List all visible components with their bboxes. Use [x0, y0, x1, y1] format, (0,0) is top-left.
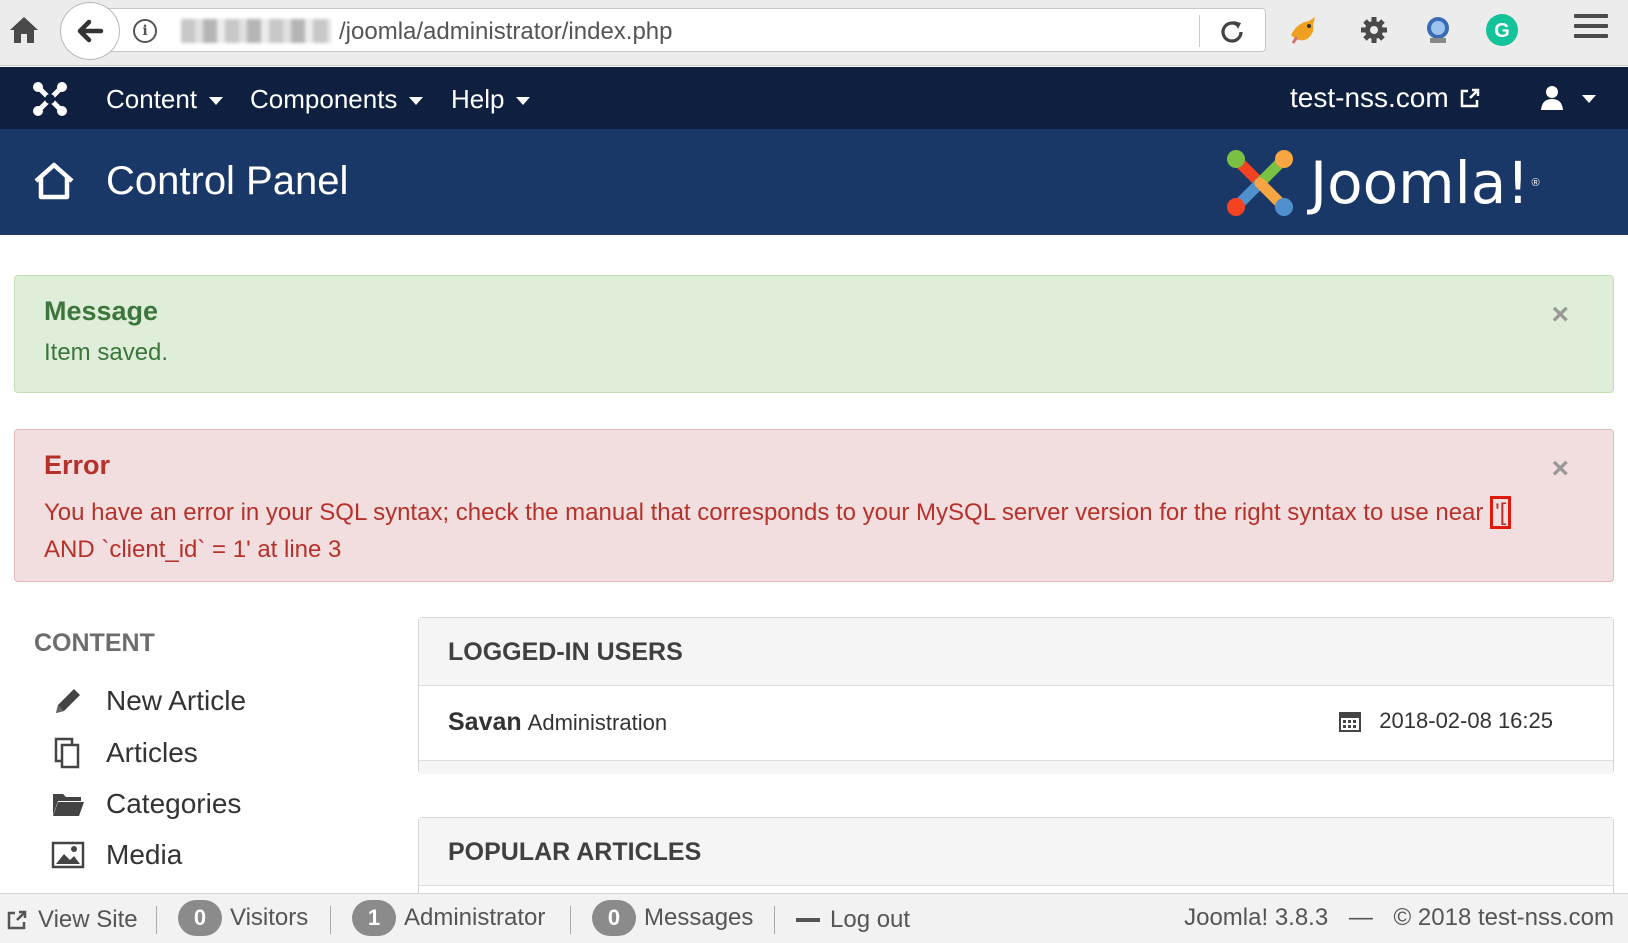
page-header: Control Panel Joomla! ® [0, 129, 1628, 235]
sidebar-item-new-article[interactable]: New Article [50, 684, 246, 718]
view-site-label: View Site [38, 906, 138, 933]
user-menu[interactable] [1540, 85, 1596, 111]
status-bar: View Site 0 Visitors 1 Administrator 0 M… [0, 893, 1628, 943]
alert-heading: Error [44, 450, 111, 480]
messages-label: Messages [644, 904, 754, 931]
close-icon[interactable]: × [1551, 298, 1569, 332]
registered-mark: ® [1531, 177, 1540, 189]
grammarly-icon[interactable]: G [1484, 12, 1520, 48]
divider [774, 906, 775, 934]
blurred-host [181, 19, 331, 43]
admin-navbar: Content Components Help test-nss.com [0, 67, 1628, 129]
page-title: Control Panel [106, 159, 349, 203]
joomla-logo-icon [1227, 150, 1293, 216]
svg-text:G: G [1494, 20, 1510, 42]
joomla-logo: Joomla! ® [1222, 145, 1540, 221]
fox-extension-icon[interactable] [1286, 12, 1322, 48]
arrow-left-icon [77, 19, 104, 43]
error-alert: Error You have an error in your SQL synt… [14, 429, 1614, 582]
folder-icon [50, 787, 86, 821]
separator-dash: — [1348, 904, 1373, 931]
globe-extension-icon[interactable] [1420, 12, 1456, 48]
sidebar-heading: CONTENT [34, 629, 155, 657]
panel-title: POPULAR ARTICLES [419, 818, 1613, 886]
sidebar-item-articles[interactable]: Articles [50, 736, 198, 770]
external-link-icon [1460, 88, 1479, 108]
brand-text: Joomla! [1310, 149, 1530, 217]
login-date-text: 2018-02-08 16:25 [1379, 708, 1553, 733]
external-link-icon [7, 910, 27, 930]
caret-down-icon [1582, 95, 1596, 103]
visitors-label: Visitors [230, 904, 309, 931]
url-text[interactable]: /joomla/administrator/index.php [339, 18, 673, 46]
error-text-before: You have an error in your SQL syntax; ch… [44, 499, 1491, 526]
logout-link[interactable]: Log out [796, 906, 910, 934]
visitors-count[interactable]: 0 Visitors [178, 900, 308, 936]
nav-help[interactable]: Help [451, 84, 531, 115]
address-bar[interactable]: i /joomla/administrator/index.php [100, 8, 1266, 52]
caret-down-icon [516, 96, 531, 105]
sidebar-item-label: Articles [106, 737, 198, 768]
user-name[interactable]: Savan Administration [448, 708, 667, 737]
panel-title: LOGGED-IN USERS [419, 618, 1613, 686]
version-text: Joomla! 3.8.3 [1184, 904, 1329, 931]
list-item: Savan Administration 2018-02-08 16:25 [419, 686, 1613, 760]
view-site-link[interactable]: View Site [6, 906, 138, 934]
gear-icon[interactable] [1356, 12, 1392, 48]
user-name-text: Savan [448, 708, 522, 736]
close-icon[interactable]: × [1551, 452, 1569, 486]
error-text: You have an error in your SQL syntax; ch… [44, 494, 1534, 568]
sidebar-item-label: New Article [106, 685, 247, 716]
error-text-after: AND `client_id` = 1' at line 3 [44, 536, 342, 563]
site-link[interactable]: test-nss.com [1290, 82, 1481, 114]
divider [156, 906, 157, 934]
sidebar-item-categories[interactable]: Categories [50, 787, 241, 821]
info-icon[interactable]: i [133, 19, 157, 43]
nav-content[interactable]: Content [106, 84, 224, 115]
back-button[interactable] [60, 2, 120, 60]
visitors-badge: 0 [178, 900, 222, 936]
login-date: 2018-02-08 16:25 [1339, 708, 1553, 734]
browser-toolbar: i /joomla/administrator/index.php G [0, 0, 1628, 66]
messages-badge: 0 [592, 900, 636, 936]
caret-down-icon [209, 96, 224, 105]
copyright-text: © 2018 test-nss.com [1393, 904, 1614, 931]
logout-label: Log out [830, 906, 911, 933]
success-alert: Message Item saved. × [14, 275, 1614, 393]
minus-icon [796, 918, 820, 922]
divider [1199, 15, 1200, 47]
admin-badge: 1 [352, 900, 396, 936]
nav-help-label: Help [451, 84, 505, 114]
divider [570, 906, 571, 934]
browser-home-icon[interactable] [6, 12, 42, 48]
messages-count[interactable]: 0 Messages [592, 900, 753, 936]
sidebar-item-label: Media [106, 839, 183, 870]
alert-heading: Message [44, 296, 159, 326]
logged-in-users-panel: LOGGED-IN USERS Savan Administration 2018… [418, 617, 1614, 774]
alert-text: Item saved. [44, 339, 169, 366]
nav-components-label: Components [250, 84, 398, 114]
panel-footer [419, 760, 1613, 774]
nav-content-label: Content [106, 84, 198, 114]
copy-icon [50, 736, 86, 770]
caret-down-icon [409, 96, 424, 105]
version-info: Joomla! 3.8.3 — © 2018 test-nss.com [1184, 904, 1614, 932]
user-role: Administration [527, 710, 668, 735]
pencil-icon [50, 684, 86, 718]
user-icon [1541, 86, 1563, 110]
joomla-small-logo-icon[interactable] [30, 79, 70, 119]
administrator-count[interactable]: 1 Administrator [352, 900, 545, 936]
site-link-label: test-nss.com [1290, 82, 1449, 113]
reload-icon[interactable] [1217, 17, 1247, 47]
sidebar-item-media[interactable]: Media [50, 838, 182, 872]
hamburger-menu-icon[interactable] [1574, 14, 1608, 44]
sidebar-item-label: Categories [106, 788, 242, 819]
divider [330, 906, 331, 934]
error-highlight: '[ [1490, 496, 1512, 529]
nav-components[interactable]: Components [250, 84, 424, 115]
admin-label: Administrator [404, 904, 546, 931]
calendar-icon [1339, 712, 1362, 732]
home-icon [32, 161, 76, 201]
image-icon [50, 838, 86, 872]
